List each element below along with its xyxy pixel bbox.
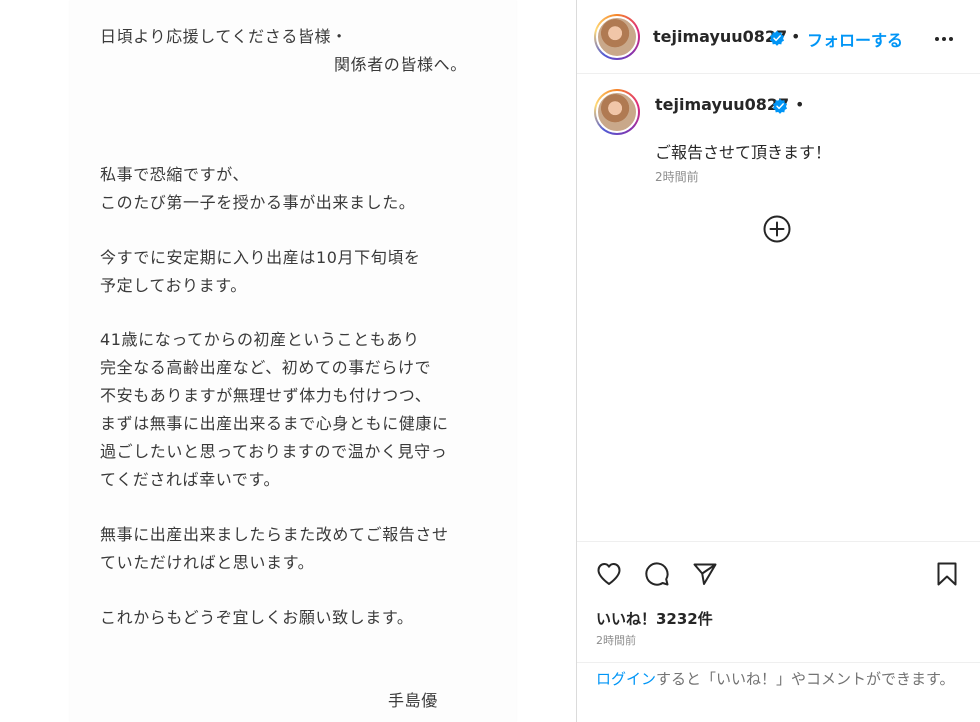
letter-signature: 手島優 (388, 691, 438, 710)
letter-line: このたび第一子を授かる事が出来ました。 (100, 193, 416, 212)
letter-line: 今すでに安定期に入り出産は10月下旬頃を (100, 248, 421, 267)
letter-line: 過ごしたいと思っておりますので温かく見守っ (100, 442, 448, 461)
follow-button[interactable]: フォローする (807, 27, 903, 51)
avatar-photo (596, 91, 638, 133)
caption-username[interactable]: tejimayuu0827 (655, 95, 789, 114)
caption-text: ご報告させて頂きます！ (655, 143, 832, 162)
letter-line: 41歳になってからの初産ということもあり (100, 330, 420, 349)
letter-line: 無事に出産出来ましたらまた改めてご報告させ (100, 525, 449, 544)
post-side-panel: tejimayuu0827 • フォローする tejimayuu0827 • ご… (577, 0, 980, 722)
post-time[interactable]: 2時間前 (596, 632, 636, 648)
letter-line: 完全なる高齢出産など、初めての事だらけで (100, 358, 432, 377)
letter-paper: 日頃より応援してくださる皆様・ 関係者の皆様へ。 私事で恐縮ですが、 このたび第… (70, 0, 516, 722)
like-count[interactable]: いいね！3232件 (596, 608, 713, 629)
letter-line: ていただければと思います。 (100, 553, 315, 572)
letter-line: まずは無事に出産出来るまで心身ともに健康に (100, 414, 449, 433)
letter-line: 日頃より応援してくださる皆様・ (100, 27, 348, 46)
caption-time[interactable]: 2時間前 (655, 168, 699, 185)
letter-line: 予定しております。 (100, 276, 247, 295)
actions-divider (577, 541, 980, 542)
footer-divider (577, 662, 980, 663)
caption-separator: • (795, 95, 805, 114)
header-separator: • (791, 27, 801, 46)
avatar-photo (596, 16, 638, 58)
caption-avatar[interactable] (594, 89, 640, 135)
verified-badge-icon (772, 98, 788, 114)
post-image[interactable]: 日頃より応援してくださる皆様・ 関係者の皆様へ。 私事で恐縮ですが、 このたび第… (0, 0, 576, 722)
login-link[interactable]: ログイン (596, 670, 656, 688)
add-comment-icon[interactable] (762, 214, 792, 244)
header-divider (577, 73, 980, 74)
header-username[interactable]: tejimayuu0827 (653, 27, 787, 46)
heart-icon[interactable] (595, 560, 623, 588)
header-avatar[interactable] (594, 14, 640, 60)
letter-line: 関係者の皆様へ。 (334, 55, 467, 74)
login-prompt-text: すると「いいね！」やコメントができます。 (656, 670, 955, 688)
letter-line: 私事で恐縮ですが、 (100, 165, 250, 184)
more-options-icon[interactable] (932, 27, 956, 51)
bookmark-icon[interactable] (933, 560, 961, 588)
login-prompt: ログインすると「いいね！」やコメントができます。 (596, 668, 966, 690)
letter-line: てくだされば幸いです。 (100, 470, 281, 489)
letter-line: 不安もありますが無理せず体力も付けつつ、 (100, 386, 432, 405)
letter-line: これからもどうぞ宜しくお願い致します。 (100, 608, 414, 627)
comment-icon[interactable] (643, 560, 671, 588)
share-icon[interactable] (691, 560, 719, 588)
verified-badge-icon (769, 30, 785, 46)
